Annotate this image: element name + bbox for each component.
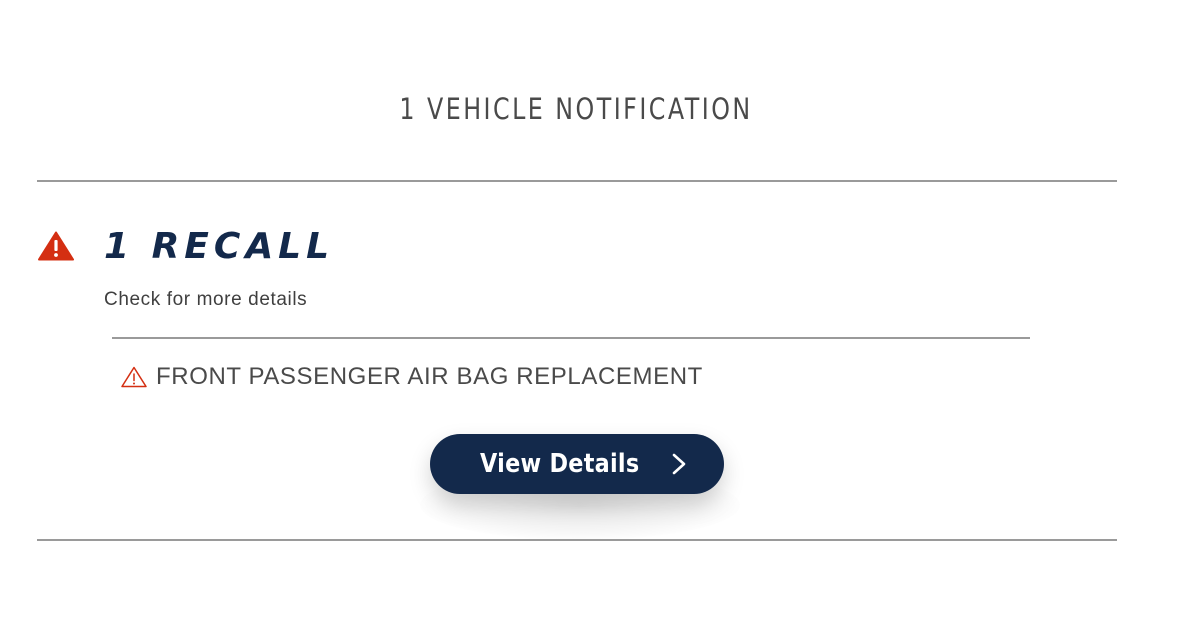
page-title: 1 VEHICLE NOTIFICATION — [399, 92, 753, 126]
vehicle-notification-panel: 1 VEHICLE NOTIFICATION 1 RECALL Check fo… — [0, 0, 1182, 630]
warning-triangle-filled-icon — [38, 231, 74, 261]
recall-subtitle: Check for more details — [104, 289, 308, 310]
view-details-button[interactable]: View Details — [430, 434, 724, 494]
recall-divider — [112, 337, 1030, 339]
recall-item: FRONT PASSENGER AIR BAG REPLACEMENT — [121, 362, 703, 392]
top-divider — [37, 180, 1117, 182]
warning-triangle-outline-icon — [121, 366, 147, 388]
view-details-label: View Details — [480, 449, 640, 479]
recall-count-heading: 1 RECALL — [104, 226, 335, 267]
bottom-divider — [37, 539, 1117, 541]
chevron-right-icon — [672, 453, 685, 475]
recall-item-label: FRONT PASSENGER AIR BAG REPLACEMENT — [156, 363, 703, 390]
